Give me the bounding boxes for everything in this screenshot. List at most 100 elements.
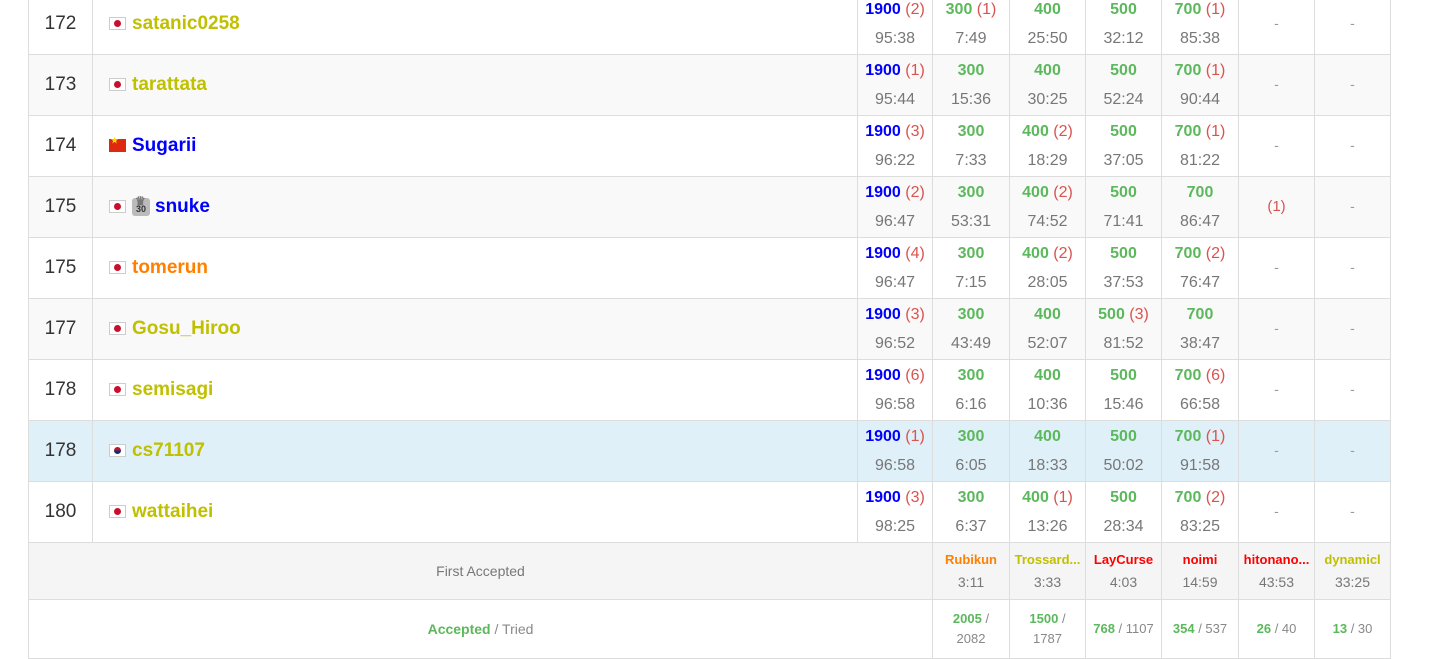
problem-score-cell: 300 7:33 (932, 115, 1010, 177)
problem-points-value: 400 (1022, 245, 1049, 262)
problem-score-cell: 400 (2) 74:52 (1009, 176, 1086, 238)
jp-flag-icon (109, 78, 126, 92)
problem-score-cell: 300 43:49 (932, 298, 1010, 360)
no-submission-dash: - (1274, 76, 1279, 92)
jp-flag-icon (109, 383, 126, 397)
total-points-value: 1900 (865, 306, 901, 323)
penalty-count: (1) (905, 428, 925, 445)
jp-flag-icon (109, 17, 126, 31)
no-submission-dash: - (1350, 137, 1355, 153)
username-link[interactable]: cs71107 (132, 440, 205, 461)
problem-score-cell: 500 71:41 (1085, 176, 1162, 238)
first-accepted-user-link[interactable]: noimi (1162, 551, 1238, 569)
problem-points: 300 (933, 244, 1009, 264)
total-points: 1900 (1) (858, 427, 932, 447)
total-points-value: 1900 (865, 367, 901, 384)
problem-score-cell: 500 52:24 (1085, 54, 1162, 116)
accepted-count: 2005 (952, 611, 982, 626)
no-submission-dash: - (1274, 381, 1279, 397)
total-points: 1900 (3) (858, 305, 932, 325)
total-points: 1900 (2) (858, 183, 932, 203)
submission-time: 86:47 (1179, 213, 1221, 230)
submission-time: 25:50 (1027, 30, 1068, 47)
problem-points-value: 500 (1098, 306, 1125, 323)
username-link[interactable]: wattaihei (132, 501, 213, 522)
no-submission-dash: - (1350, 503, 1355, 519)
submission-time: 13:26 (1027, 518, 1068, 535)
problem-score-cell: 300 7:15 (932, 237, 1010, 299)
problem-score-cell: - (1314, 359, 1391, 421)
problem-score-cell: 700 (1) 90:44 (1161, 54, 1239, 116)
penalty-count: (2) (1205, 489, 1226, 506)
problem-score-cell: - (1238, 115, 1315, 177)
username-link[interactable]: semisagi (132, 379, 213, 400)
problem-points: 400 (2) (1010, 122, 1085, 142)
accepted-tried-cell: 2005 / 2082 (932, 599, 1010, 659)
submission-time: 71:41 (1103, 213, 1144, 230)
first-accepted-user-link[interactable]: dynamicl (1315, 551, 1390, 569)
submission-time: 52:24 (1103, 91, 1144, 108)
kr-flag-icon (109, 444, 126, 458)
no-submission-dash: - (1350, 442, 1355, 458)
penalty-count: (2) (905, 1, 925, 18)
rank-cell: 178 (28, 359, 93, 421)
separator: / (981, 611, 990, 626)
user-cell: wattaihei (92, 481, 858, 543)
username-link[interactable]: Gosu_Hiroo (132, 318, 241, 339)
problem-points-value: 400 (1034, 306, 1061, 323)
accepted-count: 768 (1093, 621, 1115, 636)
accepted-count: 1500 (1029, 611, 1059, 626)
problem-points-value: 400 (1022, 184, 1049, 201)
no-submission-dash: - (1274, 442, 1279, 458)
username-link[interactable]: snuke (155, 196, 210, 217)
penalty-count: (1) (1053, 489, 1073, 506)
problem-points: 300 (933, 61, 1009, 81)
problem-points-value: 700 (1174, 489, 1202, 506)
submission-time: 28:05 (1027, 274, 1068, 291)
user-cell: tarattata (92, 54, 858, 116)
problem-points: 500 (1086, 427, 1161, 447)
user-cell: tomerun (92, 237, 858, 299)
problem-score-cell: 700 86:47 (1161, 176, 1239, 238)
first-accepted-cell: noimi 14:59 (1161, 542, 1239, 600)
problem-points: 500 (3) (1086, 305, 1161, 325)
problem-points: 400 (1010, 366, 1085, 386)
username-link[interactable]: tarattata (132, 74, 207, 95)
first-accepted-time: 33:25 (1334, 574, 1371, 590)
problem-points-value: 500 (1110, 245, 1137, 262)
separator: / (1058, 611, 1066, 626)
first-accepted-user-link[interactable]: Rubikun (933, 551, 1009, 569)
rank-cell: 175 (28, 176, 93, 238)
accepted-count: 13 (1332, 621, 1348, 636)
username-link[interactable]: satanic0258 (132, 13, 240, 34)
username-link[interactable]: Sugarii (132, 135, 196, 156)
problem-points: 300 (1) (933, 0, 1009, 20)
problem-points-value: 400 (1034, 367, 1061, 384)
tried-count: 40 (1281, 621, 1297, 636)
problem-score-cell: 400 30:25 (1009, 54, 1086, 116)
first-accepted-label: First Accepted (28, 542, 933, 600)
submission-time: 7:15 (955, 274, 987, 291)
penalty-count: (4) (905, 245, 925, 262)
problem-score-cell: 500 37:53 (1085, 237, 1162, 299)
first-accepted-user-link[interactable]: LayCurse (1086, 551, 1161, 569)
submission-time: 81:52 (1103, 335, 1144, 352)
first-accepted-user-link[interactable]: hitonano... (1239, 551, 1314, 569)
penalty-count: (1) (976, 1, 997, 18)
total-score-cell: 1900 (3) 96:22 (857, 115, 933, 177)
username-link[interactable]: tomerun (132, 257, 208, 278)
no-submission-dash: - (1350, 76, 1355, 92)
problem-points-value: 700 (1174, 1, 1202, 18)
total-points: 1900 (2) (858, 0, 932, 20)
penalty-count: (2) (905, 184, 925, 201)
first-accepted-user-link[interactable]: Trossard... (1010, 551, 1085, 569)
total-points: 1900 (6) (858, 366, 932, 386)
table-row: 177 Gosu_Hiroo 1900 (3) 96:52 300 43:49 400 52:… (28, 298, 1391, 360)
problem-score-cell: - (1314, 298, 1391, 360)
problem-points: 400 (1010, 61, 1085, 81)
first-accepted-cell: hitonano... 43:53 (1238, 542, 1315, 600)
jp-flag-icon (109, 322, 126, 336)
problem-points-value: 700 (1186, 184, 1214, 201)
total-points-value: 1900 (865, 123, 901, 140)
problem-score-cell: 300 15:36 (932, 54, 1010, 116)
